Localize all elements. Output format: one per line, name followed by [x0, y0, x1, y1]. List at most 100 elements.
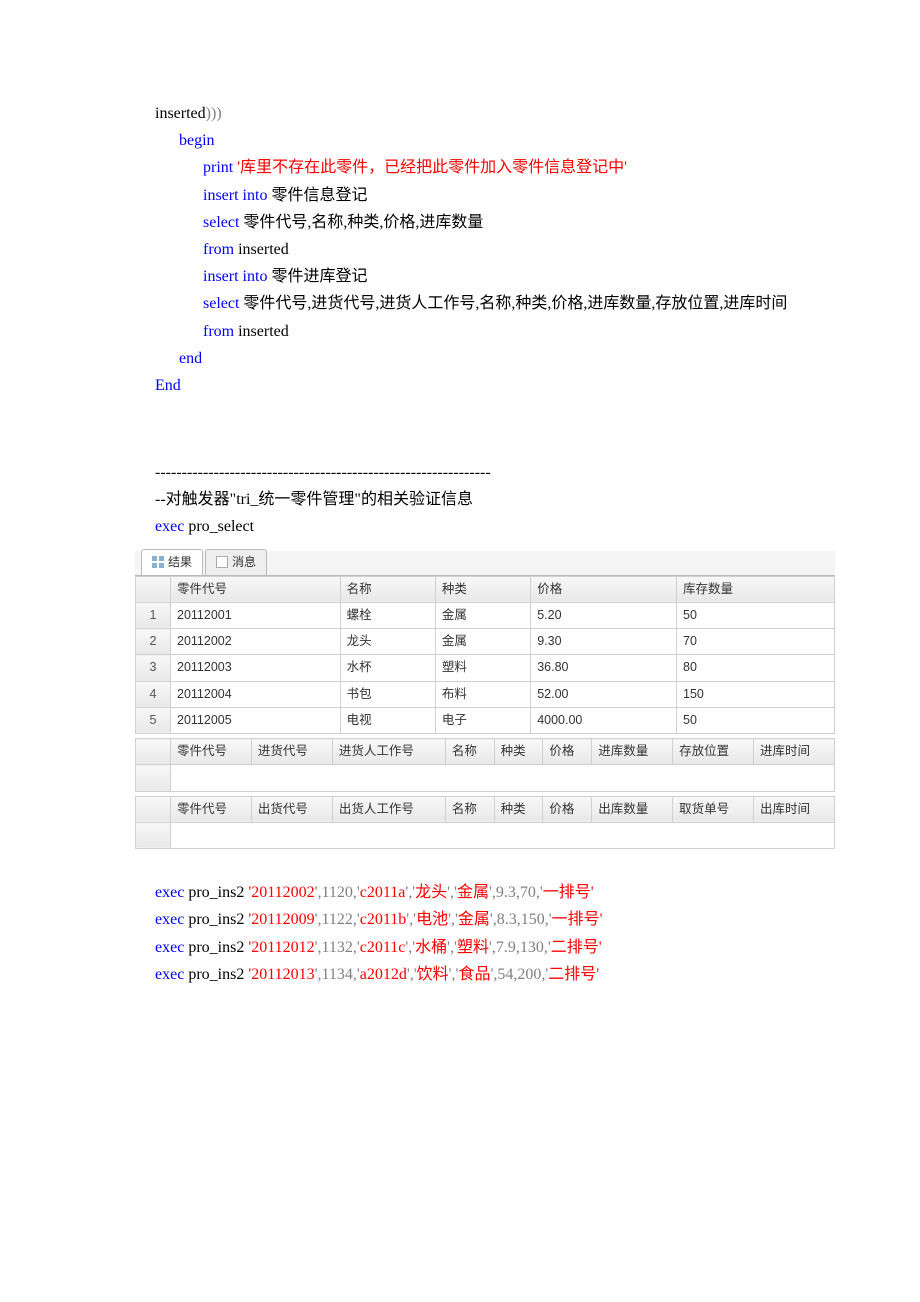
proc-name: pro_ins2 [184, 884, 248, 901]
col-header: 取货单号 [673, 796, 754, 822]
code-text: ',1122,' [315, 911, 360, 928]
col-header [136, 796, 171, 822]
table-header-row: 零件代号 进货代号 进货人工作号 名称 种类 价格 进库数量 存放位置 进库时间 [136, 739, 835, 765]
cell: 9.30 [531, 629, 677, 655]
code-text: ',1134,' [315, 966, 360, 983]
grid-icon [152, 556, 164, 568]
proc-name: pro_ins2 [184, 966, 248, 983]
keyword-insert: insert [203, 268, 239, 285]
cell: 电视 [340, 707, 435, 733]
code-text: ',1132,' [315, 939, 360, 956]
keyword-from: from [203, 241, 234, 258]
string-quote: ' [591, 884, 594, 901]
proc-name: pro_ins2 [184, 939, 248, 956]
column-list: 零件代号,名称,种类,价格,进库数量 [239, 214, 483, 231]
table-row-empty [136, 765, 835, 791]
cell: 50 [677, 707, 835, 733]
results-panel: 结果 消息 零件代号 名称 种类 价格 库存数量 1 20112001 螺栓 金… [135, 551, 835, 850]
code-text: ',54,200,' [490, 966, 548, 983]
cell: 2 [136, 629, 171, 655]
cell: 5.20 [531, 602, 677, 628]
keyword-select: select [203, 295, 239, 312]
code-text: ',' [447, 884, 457, 901]
code-text: ',' [407, 966, 417, 983]
string-text: c2011a [360, 884, 406, 901]
table-row[interactable]: 1 20112001 螺栓 金属 5.20 50 [136, 602, 835, 628]
results-tab-bar: 结果 消息 [135, 551, 835, 576]
string-quote: ' [596, 966, 599, 983]
cell: 20112005 [171, 707, 341, 733]
col-header: 进货人工作号 [332, 739, 445, 765]
table-row[interactable]: 2 20112002 龙头 金属 9.30 70 [136, 629, 835, 655]
code-text: ',8.3,150,' [490, 911, 552, 928]
table-row[interactable]: 3 20112003 水杯 塑料 36.80 80 [136, 655, 835, 681]
message-icon [216, 556, 228, 568]
keyword-print: print [203, 159, 233, 176]
cell: 4000.00 [531, 707, 677, 733]
code-text: ',' [405, 884, 415, 901]
col-header: 零件代号 [171, 739, 252, 765]
string-text: 一排号 [543, 884, 591, 901]
keyword-end: end [179, 350, 202, 367]
col-header: 出库数量 [592, 796, 673, 822]
exec-line: exec pro_ins2 '20112012',1132,'c2011c','… [155, 934, 840, 961]
col-header: 进货代号 [251, 739, 332, 765]
string-text: 金属 [457, 884, 489, 901]
col-header: 进库数量 [592, 739, 673, 765]
keyword-from: from [203, 323, 234, 340]
string-text: 20112009 [251, 911, 314, 928]
cell: 20112004 [171, 681, 341, 707]
keyword-exec: exec [155, 939, 184, 956]
string-text: 20112002 [251, 884, 314, 901]
cell: 20112003 [171, 655, 341, 681]
string-quote: ' [624, 159, 627, 176]
cell: 水杯 [340, 655, 435, 681]
cell: 4 [136, 681, 171, 707]
col-header: 名称 [445, 796, 494, 822]
table-row[interactable]: 5 20112005 电视 电子 4000.00 50 [136, 707, 835, 733]
string-text: 二排号 [551, 939, 599, 956]
string-text: c2011b [360, 911, 407, 928]
col-header: 价格 [531, 576, 677, 602]
cell: 书包 [340, 681, 435, 707]
col-header: 库存数量 [677, 576, 835, 602]
string-text: 水桶 [415, 939, 447, 956]
cell: 螺栓 [340, 602, 435, 628]
col-header: 价格 [543, 739, 592, 765]
code-text: ',9.3,70,' [489, 884, 543, 901]
code-text: ',' [405, 939, 415, 956]
cell: 70 [677, 629, 835, 655]
keyword-begin: begin [179, 132, 215, 149]
col-header: 名称 [445, 739, 494, 765]
string-text: 金属 [458, 911, 490, 928]
cell: 20112002 [171, 629, 341, 655]
cell: 电子 [435, 707, 530, 733]
code-text: ',' [406, 911, 416, 928]
code-text: ',' [447, 939, 457, 956]
col-header: 种类 [494, 739, 543, 765]
cell: 金属 [435, 629, 530, 655]
string-text: a2012d [360, 966, 407, 983]
column-list: 零件代号,进货代号,进货人工作号,名称,种类,价格,进库数量,存放位置,进库时间 [239, 295, 787, 312]
code-text: ',7.9,130,' [489, 939, 551, 956]
comment-text: --对触发器"tri_统一零件管理"的相关验证信息 [155, 486, 840, 513]
cell: 36.80 [531, 655, 677, 681]
keyword-into: into [239, 187, 268, 204]
table-row[interactable]: 4 20112004 书包 布料 52.00 150 [136, 681, 835, 707]
cell: 布料 [435, 681, 530, 707]
code-text: ',' [449, 966, 459, 983]
tab-results[interactable]: 结果 [141, 549, 203, 574]
tab-messages[interactable]: 消息 [205, 549, 267, 574]
keyword-end: End [155, 377, 181, 394]
cell: 龙头 [340, 629, 435, 655]
code-text: ))) [206, 105, 222, 122]
exec-block: exec pro_ins2 '20112002',1120,'c2011a','… [155, 879, 840, 988]
keyword-into: into [239, 268, 268, 285]
keyword-insert: insert [203, 187, 239, 204]
string-text: 食品 [458, 966, 490, 983]
string-text: 塑料 [457, 939, 489, 956]
table-name: 零件信息登记 [267, 187, 367, 204]
exec-line: exec pro_ins2 '20112013',1134,'a2012d','… [155, 961, 840, 988]
cell: 塑料 [435, 655, 530, 681]
col-header: 出货人工作号 [332, 796, 445, 822]
